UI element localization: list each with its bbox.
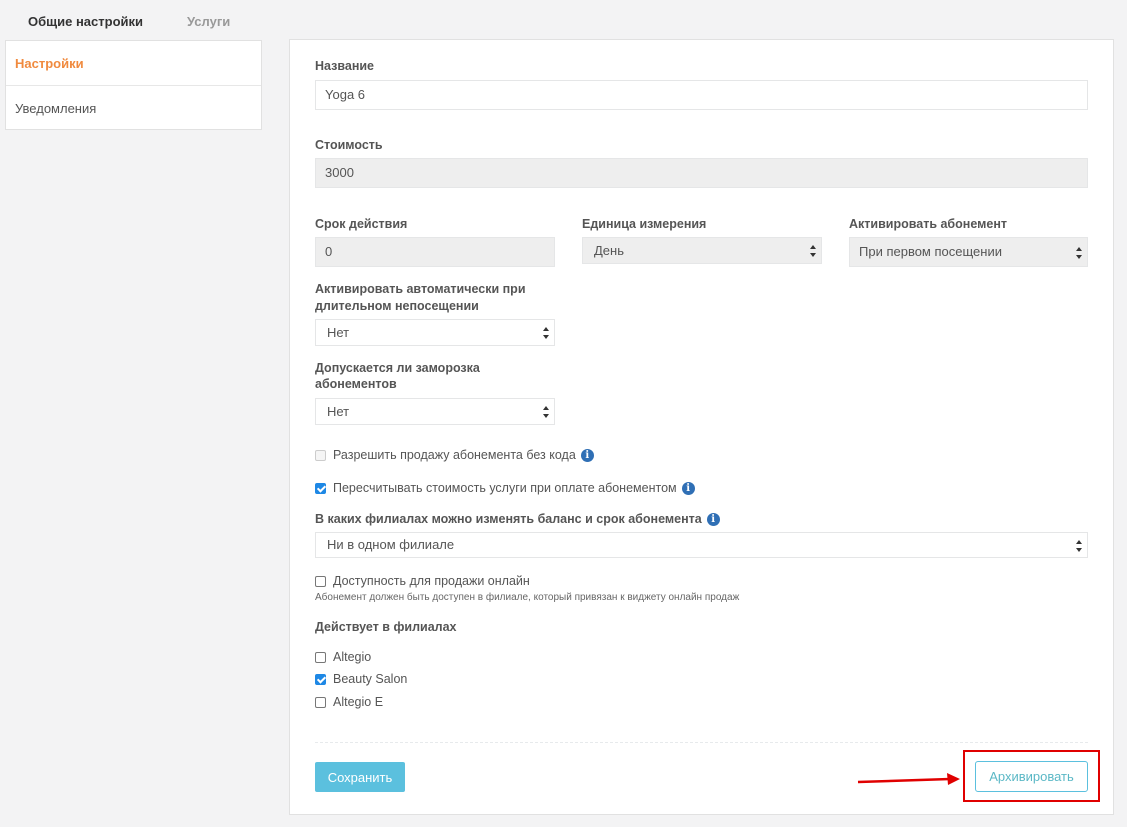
tab-general-settings[interactable]: Общие настройки xyxy=(28,14,143,29)
branch-row: Beauty Salon xyxy=(315,670,407,688)
branch-checkbox[interactable] xyxy=(315,696,326,708)
branches-label: Действует в филиалах xyxy=(315,620,457,634)
branch-checkbox[interactable] xyxy=(315,673,326,685)
validity-label: Срок действия xyxy=(315,217,408,231)
unit-label: Единица измерения xyxy=(582,217,707,231)
online-sale-checkbox[interactable] xyxy=(315,575,326,587)
name-input[interactable]: Yoga 6 xyxy=(315,80,1088,110)
info-icon[interactable]: i xyxy=(681,481,695,495)
save-button[interactable]: Сохранить xyxy=(315,762,405,792)
online-sale-label: Доступность для продажи онлайн xyxy=(333,574,530,588)
select-arrows-icon xyxy=(1076,247,1083,259)
allow-sale-without-code-label: Разрешить продажу абонемента без кода xyxy=(333,448,576,462)
freeze-select[interactable]: Нет xyxy=(315,398,555,425)
select-arrows-icon xyxy=(543,327,550,339)
activate-label: Активировать абонемент xyxy=(849,217,1007,231)
freeze-select-value: Нет xyxy=(327,404,350,419)
info-icon[interactable]: i xyxy=(580,448,594,462)
freeze-label-line2: абонементов xyxy=(315,377,397,391)
auto-activate-label-line1: Активировать автоматически при xyxy=(315,282,526,296)
online-sale-row: Доступность для продажи онлайн xyxy=(315,572,530,590)
archive-button[interactable]: Архивировать xyxy=(975,761,1088,792)
auto-activate-select[interactable]: Нет xyxy=(315,319,555,346)
validity-input[interactable]: 0 xyxy=(315,237,555,267)
sidebar: Настройки Уведомления xyxy=(5,40,262,130)
auto-activate-select-value: Нет xyxy=(327,325,350,340)
allow-sale-without-code-row: Разрешить продажу абонемента без кода i xyxy=(315,446,594,464)
activate-select-value: При первом посещении xyxy=(859,244,1002,259)
branch-checkbox[interactable] xyxy=(315,651,326,663)
online-sale-note: Абонемент должен быть доступен в филиале… xyxy=(315,592,740,603)
sidebar-item-notifications[interactable]: Уведомления xyxy=(6,86,261,131)
activate-select[interactable]: При первом посещении xyxy=(849,237,1088,267)
settings-panel xyxy=(289,39,1114,815)
red-arrow-icon xyxy=(857,773,960,785)
unit-select-value: День xyxy=(594,243,624,258)
top-tabs: Общие настройки Услуги xyxy=(0,0,1127,40)
branch-row: Altegio E xyxy=(315,693,383,711)
recalc-cost-label: Пересчитывать стоимость услуги при оплат… xyxy=(333,481,677,495)
freeze-label-line1: Допускается ли заморозка xyxy=(315,361,480,375)
branches-balance-select-value: Ни в одном филиале xyxy=(327,537,455,552)
cost-input[interactable]: 3000 xyxy=(315,158,1088,188)
cost-label: Стоимость xyxy=(315,138,383,152)
select-arrows-icon xyxy=(810,245,817,257)
form-divider xyxy=(315,742,1088,743)
branch-label: Altegio E xyxy=(333,695,384,709)
branch-row: Altegio xyxy=(315,648,371,666)
tab-services[interactable]: Услуги xyxy=(187,14,230,29)
select-arrows-icon xyxy=(1076,540,1083,552)
name-label: Название xyxy=(315,59,375,73)
branch-label: Beauty Salon xyxy=(333,672,408,686)
auto-activate-label-line2: длительном непосещении xyxy=(315,299,479,313)
info-icon[interactable]: i xyxy=(706,513,720,526)
branches-balance-label-row: В каких филиалах можно изменять баланс и… xyxy=(315,511,720,528)
select-arrows-icon xyxy=(543,406,550,418)
branches-balance-label: В каких филиалах можно изменять баланс и… xyxy=(315,512,702,526)
recalc-cost-checkbox[interactable] xyxy=(315,482,326,494)
recalc-cost-row: Пересчитывать стоимость услуги при оплат… xyxy=(315,479,695,497)
branch-label: Altegio xyxy=(333,650,372,664)
sidebar-item-settings[interactable]: Настройки xyxy=(6,41,261,86)
branches-balance-select[interactable]: Ни в одном филиале xyxy=(315,532,1088,558)
unit-select[interactable]: День xyxy=(582,237,822,264)
allow-sale-without-code-checkbox[interactable] xyxy=(315,449,326,461)
